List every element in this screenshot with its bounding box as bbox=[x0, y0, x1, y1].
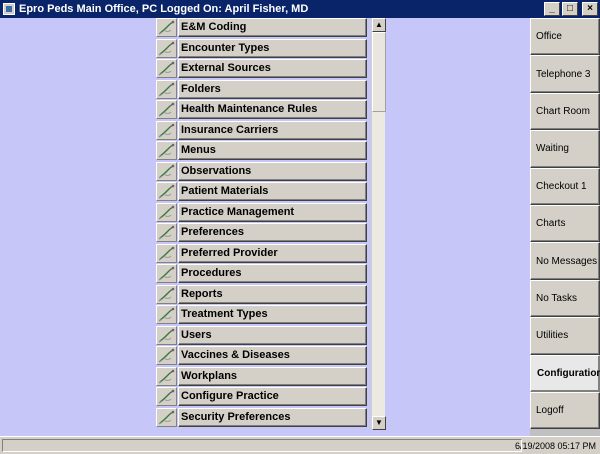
right-navigation: Office Telephone 3 Chart Room Waiting Checko… bbox=[530, 18, 600, 436]
stethoscope-icon[interactable] bbox=[156, 202, 177, 222]
stethoscope-icon[interactable] bbox=[156, 243, 177, 263]
config-item: Security Preferences bbox=[156, 407, 367, 429]
window-title: Epro Peds Main Office, PC Logged On: Apr… bbox=[19, 3, 309, 15]
config-item-button[interactable]: Workplans bbox=[178, 366, 367, 386]
config-item: External Sources bbox=[156, 59, 367, 80]
window-controls: _ □ × bbox=[544, 2, 598, 16]
scroll-down-button[interactable]: ▼ bbox=[372, 416, 386, 430]
scroll-thumb[interactable] bbox=[372, 32, 386, 112]
title-bar: Epro Peds Main Office, PC Logged On: Apr… bbox=[0, 0, 600, 18]
config-item: E&M Coding bbox=[156, 18, 367, 39]
config-item-button[interactable]: Folders bbox=[178, 79, 367, 99]
stethoscope-icon[interactable] bbox=[156, 59, 177, 78]
nav-button-office[interactable]: Office bbox=[530, 18, 600, 56]
stethoscope-icon[interactable] bbox=[156, 161, 177, 181]
config-item-button[interactable]: Reports bbox=[178, 284, 367, 304]
config-item-button[interactable]: Users bbox=[178, 325, 367, 345]
nav-button-utilities[interactable]: Utilities bbox=[530, 317, 600, 355]
configuration-list: E&M Coding Encounter Types External Source… bbox=[156, 18, 367, 428]
nav-button-checkout-1[interactable]: Checkout 1 bbox=[530, 167, 600, 205]
config-item: Practice Management bbox=[156, 202, 367, 224]
config-item-button[interactable]: Patient Materials bbox=[178, 182, 367, 201]
config-item-button[interactable]: Treatment Types bbox=[178, 305, 367, 324]
config-item-button[interactable]: External Sources bbox=[178, 59, 367, 78]
config-item: Folders bbox=[156, 79, 367, 101]
config-item-button[interactable]: Configure Practice bbox=[178, 387, 367, 406]
stethoscope-icon[interactable] bbox=[156, 38, 177, 58]
config-item: Procedures bbox=[156, 264, 367, 285]
nav-button-no-messages[interactable]: No Messages bbox=[530, 242, 600, 280]
config-item-button[interactable]: Practice Management bbox=[178, 202, 367, 222]
config-item: Preferred Provider bbox=[156, 243, 367, 265]
stethoscope-icon[interactable] bbox=[156, 182, 177, 201]
stethoscope-icon[interactable] bbox=[156, 100, 177, 119]
stethoscope-icon[interactable] bbox=[156, 141, 177, 160]
stethoscope-icon[interactable] bbox=[156, 79, 177, 99]
config-item: Configure Practice bbox=[156, 387, 367, 408]
app-icon bbox=[3, 3, 15, 15]
nav-button-chart-room[interactable]: Chart Room bbox=[530, 92, 600, 131]
status-panel bbox=[2, 439, 522, 452]
stethoscope-icon[interactable] bbox=[156, 407, 177, 427]
stethoscope-icon[interactable] bbox=[156, 305, 177, 324]
config-item-button[interactable]: Vaccines & Diseases bbox=[178, 346, 367, 365]
config-item-button[interactable]: Procedures bbox=[178, 264, 367, 283]
nav-button-charts[interactable]: Charts bbox=[530, 204, 600, 243]
config-item: Treatment Types bbox=[156, 305, 367, 326]
config-item: Menus bbox=[156, 141, 367, 162]
stethoscope-icon[interactable] bbox=[156, 366, 177, 386]
config-item: Observations bbox=[156, 161, 367, 183]
stethoscope-icon[interactable] bbox=[156, 346, 177, 365]
stethoscope-icon[interactable] bbox=[156, 120, 177, 140]
config-item-button[interactable]: Menus bbox=[178, 141, 367, 160]
status-datetime: 6/19/2008 05:17 PM bbox=[514, 440, 596, 451]
minimize-button[interactable]: _ bbox=[544, 2, 560, 16]
stethoscope-icon[interactable] bbox=[156, 223, 177, 242]
nav-button-waiting[interactable]: Waiting bbox=[530, 130, 600, 168]
stethoscope-icon[interactable] bbox=[156, 325, 177, 345]
config-item-button[interactable]: Security Preferences bbox=[178, 407, 367, 427]
nav-button-logoff[interactable]: Logoff bbox=[530, 391, 600, 430]
config-item: Preferences bbox=[156, 223, 367, 244]
config-item-button[interactable]: Encounter Types bbox=[178, 38, 367, 58]
config-item: Patient Materials bbox=[156, 182, 367, 203]
main-content-area: E&M Coding Encounter Types External Source… bbox=[0, 18, 530, 436]
nav-button-no-tasks[interactable]: No Tasks bbox=[530, 279, 600, 318]
config-item: Reports bbox=[156, 284, 367, 306]
scroll-up-button[interactable]: ▲ bbox=[372, 18, 386, 32]
config-item-button[interactable]: Preferred Provider bbox=[178, 243, 367, 263]
status-bar: 6/19/2008 05:17 PM bbox=[0, 436, 600, 454]
config-item-button[interactable]: Insurance Carriers bbox=[178, 120, 367, 140]
nav-button-configuration[interactable]: Configuration bbox=[530, 354, 600, 392]
vertical-scrollbar[interactable]: ▲ ▼ bbox=[371, 18, 386, 430]
restore-button[interactable]: □ bbox=[562, 2, 578, 16]
stethoscope-icon[interactable] bbox=[156, 18, 177, 37]
config-item-button[interactable]: Observations bbox=[178, 161, 367, 181]
close-button[interactable]: × bbox=[582, 2, 598, 16]
config-item: Health Maintenance Rules bbox=[156, 100, 367, 121]
config-item-button[interactable]: Health Maintenance Rules bbox=[178, 100, 367, 119]
config-item: Vaccines & Diseases bbox=[156, 346, 367, 367]
config-item: Users bbox=[156, 325, 367, 347]
config-item: Insurance Carriers bbox=[156, 120, 367, 142]
stethoscope-icon[interactable] bbox=[156, 284, 177, 304]
stethoscope-icon[interactable] bbox=[156, 264, 177, 283]
config-item: Workplans bbox=[156, 366, 367, 388]
config-item: Encounter Types bbox=[156, 38, 367, 60]
stethoscope-icon[interactable] bbox=[156, 387, 177, 406]
config-item-button[interactable]: Preferences bbox=[178, 223, 367, 242]
config-item-button[interactable]: E&M Coding bbox=[178, 18, 367, 37]
nav-button-telephone-3[interactable]: Telephone 3 bbox=[530, 55, 600, 93]
